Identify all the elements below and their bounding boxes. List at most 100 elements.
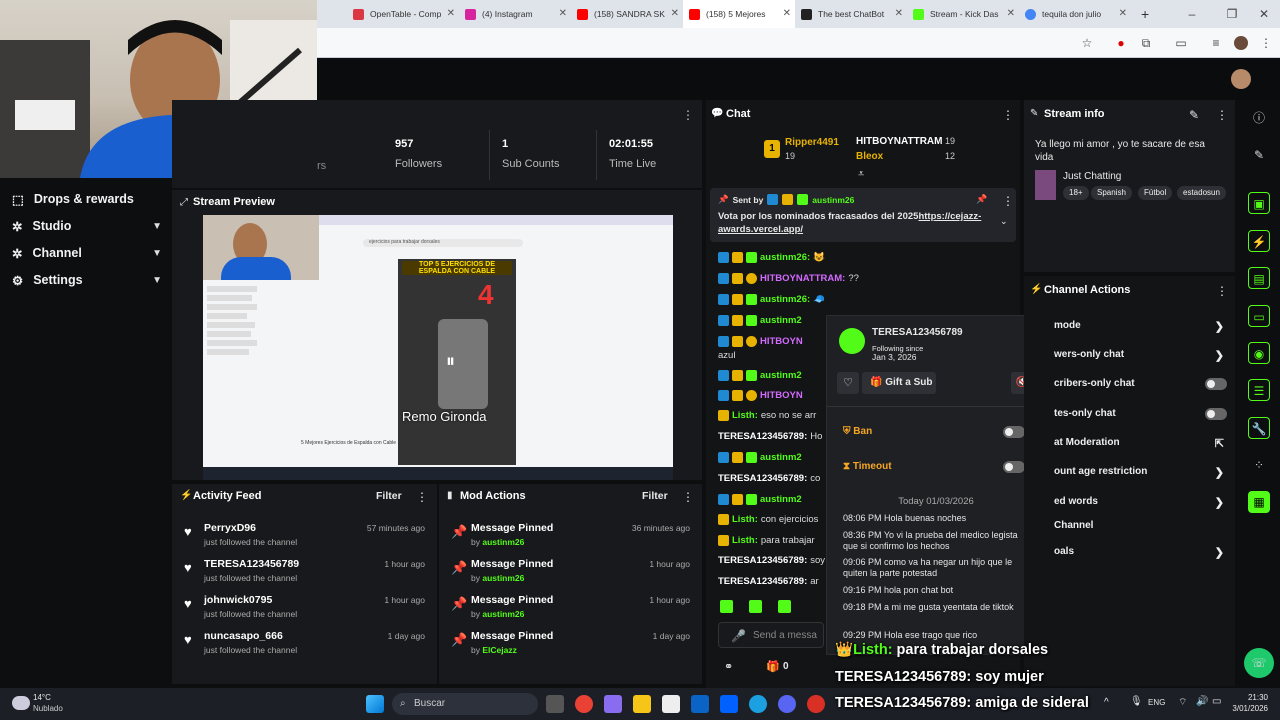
volume-icon[interactable]: 🔊 — [1196, 696, 1208, 707]
channel-action-item[interactable]: oals ❯ — [1054, 546, 1230, 559]
sidebar-item-channel[interactable]: ✲ Channel ▼ — [12, 242, 162, 264]
chat-icon[interactable]: ▭ — [1248, 305, 1270, 327]
channel-action-item[interactable]: mode ❯ — [1054, 320, 1230, 333]
sidebar-item-settings[interactable]: ⚙ Settings ▼ — [12, 269, 162, 291]
support-icon[interactable]: ☏ — [1244, 648, 1274, 678]
cast-icon[interactable]: ▭ — [1174, 36, 1188, 50]
expand-icon[interactable]: ⤢ — [180, 197, 188, 208]
rank-badge: 1 — [764, 140, 780, 158]
more-options-icon[interactable]: ⋮ — [416, 490, 428, 504]
close-window-icon[interactable]: ✕ — [1257, 7, 1271, 21]
language-indicator[interactable]: ENG — [1148, 698, 1165, 707]
document-icon[interactable]: ▤ — [1248, 267, 1270, 289]
menu-icon[interactable]: ⋮ — [1259, 36, 1273, 50]
browser-tab[interactable]: (4) Instagram ✕ — [459, 0, 571, 28]
star-icon[interactable]: ☆ — [1080, 36, 1094, 50]
filter-button[interactable]: Filter — [642, 490, 668, 502]
broadcast-icon[interactable]: ◉ — [1248, 342, 1270, 364]
clock-time[interactable]: 21:30 — [1230, 693, 1268, 702]
maximize-icon[interactable]: ❐ — [1225, 7, 1239, 21]
windows-start-icon[interactable] — [366, 695, 384, 713]
close-icon[interactable]: ✕ — [1119, 8, 1127, 19]
list-icon[interactable]: ≡ — [1209, 36, 1223, 50]
bolt-icon[interactable]: ⚡ — [1248, 230, 1270, 252]
browser-tab[interactable]: The best ChatBot ✕ — [795, 0, 907, 28]
opera-icon[interactable]: ● — [1114, 36, 1128, 50]
discord-icon[interactable] — [778, 695, 796, 713]
obs-icon[interactable] — [807, 695, 825, 713]
channel-action-item[interactable]: at Moderation ⇱ — [1054, 437, 1230, 450]
close-icon[interactable]: ✕ — [1007, 8, 1015, 19]
chat-input[interactable]: 🎤 Send a messa — [718, 622, 824, 648]
close-icon[interactable]: ✕ — [671, 8, 679, 19]
gift-sub-button[interactable]: 🎁 Gift a Sub — [862, 372, 936, 394]
browser-tab-active[interactable]: (158) 5 Mejores ✕ — [683, 0, 795, 28]
close-icon[interactable]: ✕ — [783, 8, 791, 19]
chrome-icon[interactable] — [575, 695, 593, 713]
sidebar-item-drops[interactable]: ⬚ Drops & rewards — [12, 188, 162, 210]
pause-icon[interactable]: ⏸ — [446, 351, 455, 372]
pencil-icon[interactable]: ✎ — [1248, 144, 1270, 166]
extensions-icon[interactable]: ⧉ — [1139, 36, 1153, 50]
channel-action-item[interactable]: Channel — [1054, 520, 1230, 531]
more-options-icon[interactable]: ⋮ — [1216, 284, 1228, 298]
date-header: Today 01/03/2026 — [898, 496, 974, 507]
preview-caption: 5 Mejores Ejercicios de Espalda con Cabl… — [301, 440, 402, 446]
close-icon[interactable]: ✕ — [559, 8, 567, 19]
profile-avatar[interactable] — [1234, 36, 1248, 50]
dropbox-icon[interactable] — [720, 695, 738, 713]
more-options-icon[interactable]: ⋮ — [1002, 108, 1014, 122]
gift-icon[interactable]: 🎁 — [766, 660, 780, 673]
task-view-icon[interactable] — [546, 695, 564, 713]
address-bar[interactable]: ☆ ● ⧉ ▭ ≡ ⋮ — [317, 28, 1280, 58]
heart-icon[interactable]: ♡ — [837, 372, 859, 394]
browser-tab[interactable]: Stream - Kick Das ✕ — [907, 0, 1019, 28]
more-options-icon[interactable]: ⋮ — [682, 108, 694, 122]
store-icon[interactable] — [662, 695, 680, 713]
chevron-down-icon[interactable]: ⌄ — [1000, 216, 1008, 227]
more-options-icon[interactable]: ⋮ — [1002, 194, 1014, 208]
browser-tab[interactable]: OpenTable - Comp ✕ — [347, 0, 459, 28]
clip-icon[interactable]: ▣ — [1248, 192, 1270, 214]
list-icon[interactable]: ☰ — [1248, 379, 1270, 401]
info-icon[interactable]: ⓘ — [1248, 107, 1270, 129]
minimize-icon[interactable]: – — [1185, 7, 1199, 21]
sidebar-item-studio[interactable]: ✲ Studio ▼ — [12, 215, 162, 237]
clock-date[interactable]: 3/01/2026 — [1222, 704, 1268, 713]
subscribers-only-toggle[interactable] — [1205, 378, 1227, 390]
mic-icon[interactable]: 🎤 — [731, 629, 746, 643]
more-options-icon[interactable]: ⋮ — [1216, 108, 1228, 122]
dots-icon[interactable]: ⁘ — [1248, 454, 1270, 476]
wrench-icon[interactable]: 🔧 — [1248, 417, 1270, 439]
ban-toggle[interactable] — [1003, 426, 1025, 438]
emotes-only-toggle[interactable] — [1205, 408, 1227, 420]
channel-action-item[interactable]: ount age restriction ❯ — [1054, 466, 1230, 479]
kick-icon[interactable]: ▦ — [1248, 491, 1270, 513]
more-options-icon[interactable]: ⋮ — [682, 490, 694, 504]
video-thumbnail[interactable]: TOP 5 EJERCICIOS DE ESPALDA CON CABLE 4 … — [398, 259, 516, 465]
close-icon[interactable]: ✕ — [447, 8, 455, 19]
user-avatar[interactable] — [1231, 69, 1251, 89]
channel-action-item[interactable]: ed words ❯ — [1054, 496, 1230, 509]
edit-icon[interactable]: ✎ — [1189, 108, 1199, 122]
chevron-up-icon[interactable]: ^ — [1104, 697, 1109, 708]
folder-icon[interactable] — [633, 695, 651, 713]
collapse-icon[interactable]: ⩡ — [858, 168, 864, 181]
browser-tab[interactable]: (158) SANDRA SK ✕ — [571, 0, 683, 28]
mic-icon[interactable]: 🎙 — [1130, 696, 1143, 707]
close-icon[interactable]: ✕ — [895, 8, 903, 19]
new-tab-button[interactable]: + — [1135, 0, 1155, 28]
battery-icon[interactable]: ▭ — [1212, 696, 1221, 707]
browser-tab[interactable]: tequila don julio ✕ — [1019, 0, 1131, 28]
outlook-icon[interactable] — [691, 695, 709, 713]
filter-button[interactable]: Filter — [376, 490, 402, 502]
timeout-toggle[interactable] — [1003, 461, 1025, 473]
channel-action-item[interactable]: wers-only chat ❯ — [1054, 349, 1230, 362]
edge-icon[interactable] — [749, 695, 767, 713]
stream-video[interactable]: ejercicios para trabajar dorsales TOP 5 … — [203, 215, 673, 480]
points-icon[interactable]: ⚭ — [724, 660, 733, 673]
taskbar-search[interactable]: ⌕ Buscar — [392, 693, 538, 715]
copilot-icon[interactable] — [604, 695, 622, 713]
unpin-icon[interactable]: 📌 — [976, 194, 987, 205]
wifi-icon[interactable]: ⌔ — [1178, 696, 1187, 709]
